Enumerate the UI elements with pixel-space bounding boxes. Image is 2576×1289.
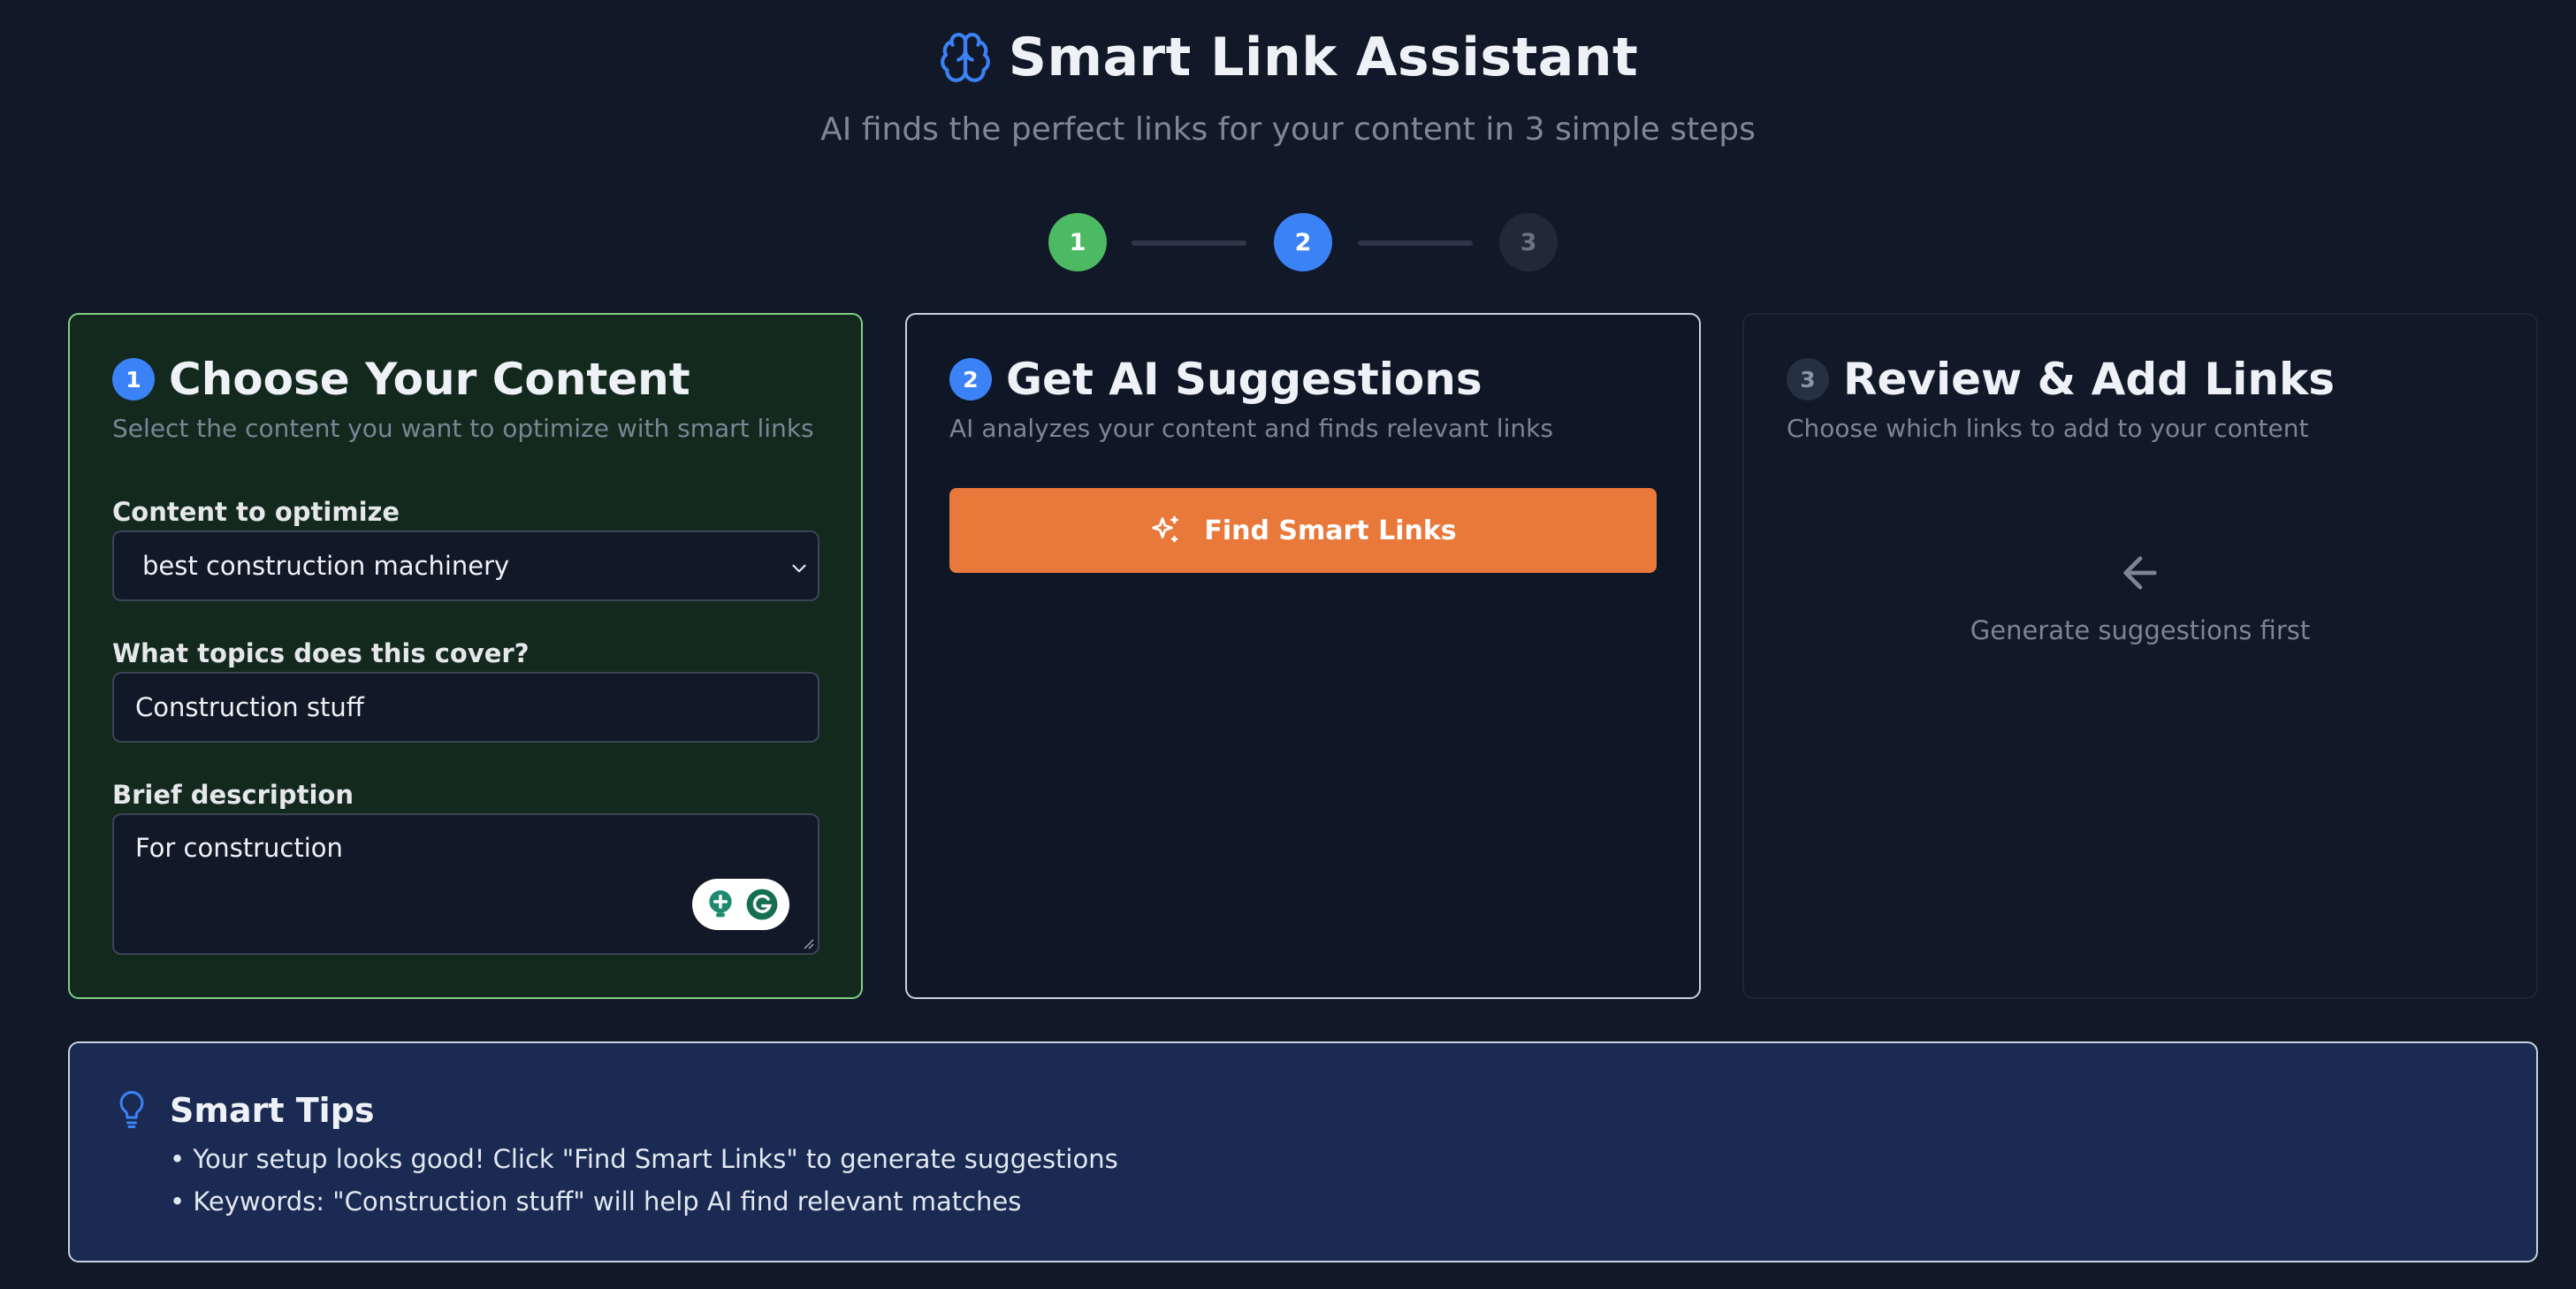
find-smart-links-button[interactable]: Find Smart Links [949, 488, 1657, 573]
empty-state-text: Generate suggestions first [1970, 615, 2311, 645]
card-header: 3 Review & Add Links [1787, 354, 2335, 405]
lightbulb-icon [119, 1091, 144, 1128]
step-number-badge: 3 [1787, 358, 1829, 400]
tip-item: • Keywords: "Construction stuff" will he… [170, 1186, 1022, 1217]
review-links-card: 3 Review & Add Links Choose which links … [1742, 313, 2538, 999]
sparkle-icon [1152, 515, 1179, 543]
resize-handle-icon[interactable] [800, 935, 814, 950]
ai-suggestions-card: 2 Get AI Suggestions AI analyzes your co… [905, 313, 1701, 999]
title-row: Smart Link Assistant [0, 27, 2576, 88]
tip-item: • Your setup looks good! Click "Find Sma… [170, 1144, 1118, 1174]
grammarly-widget[interactable] [692, 879, 789, 930]
topics-input[interactable]: Construction stuff [112, 672, 819, 743]
progress-stepper: 1 2 3 [1048, 213, 1558, 271]
description-textarea-value: For construction [135, 833, 343, 863]
step-indicator-1: 1 [1048, 213, 1107, 271]
choose-content-card: 1 Choose Your Content Select the content… [68, 313, 863, 999]
topics-input-value: Construction stuff [135, 692, 364, 722]
step-indicator-2: 2 [1274, 213, 1332, 271]
card-title: Review & Add Links [1843, 354, 2335, 405]
grammarly-icon [746, 889, 777, 920]
chevron-down-icon [792, 564, 806, 573]
brain-icon [940, 33, 990, 82]
card-description: Choose which links to add to your conten… [1787, 414, 2309, 443]
page-title: Smart Link Assistant [1008, 27, 1639, 88]
find-smart-links-label: Find Smart Links [1204, 515, 1457, 546]
content-select-label: Content to optimize [112, 497, 400, 527]
grammarly-suggestion-icon [708, 890, 732, 918]
empty-state: Generate suggestions first [1744, 548, 2536, 645]
description-textarea[interactable]: For construction [112, 813, 819, 955]
card-description: AI analyzes your content and finds relev… [949, 414, 1553, 443]
content-select-value: best construction machinery [142, 551, 510, 581]
step-indicator-3: 3 [1499, 213, 1558, 271]
description-label: Brief description [112, 780, 354, 810]
page-subtitle: AI finds the perfect links for your cont… [820, 111, 1756, 148]
card-title: Choose Your Content [169, 354, 690, 405]
step-number-badge: 1 [112, 358, 155, 400]
card-header: 2 Get AI Suggestions [949, 354, 1482, 405]
step-connector [1358, 240, 1473, 246]
smart-tips-panel: Smart Tips • Your setup looks good! Clic… [68, 1041, 2538, 1262]
arrow-left-icon [2123, 556, 2157, 590]
step-number-badge: 2 [949, 358, 992, 400]
step-connector [1132, 240, 1246, 246]
content-select[interactable]: best construction machinery [112, 530, 819, 601]
card-title: Get AI Suggestions [1006, 354, 1482, 405]
topics-label: What topics does this cover? [112, 638, 530, 668]
card-header: 1 Choose Your Content [112, 354, 690, 405]
tips-title: Smart Tips [170, 1091, 375, 1130]
card-description: Select the content you want to optimize … [112, 414, 814, 443]
